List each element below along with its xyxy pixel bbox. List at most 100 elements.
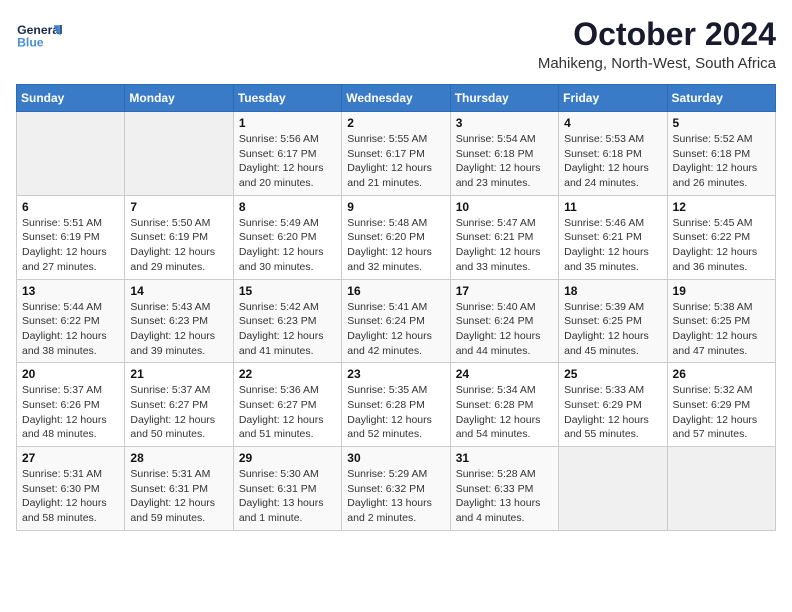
cell-day-number: 27 — [22, 451, 119, 465]
cell-day-number: 13 — [22, 284, 119, 298]
cell-sun-info: Sunrise: 5:38 AMSunset: 6:25 PMDaylight:… — [673, 300, 770, 359]
cell-sun-info: Sunrise: 5:35 AMSunset: 6:28 PMDaylight:… — [347, 383, 444, 442]
cell-sun-info: Sunrise: 5:39 AMSunset: 6:25 PMDaylight:… — [564, 300, 661, 359]
calendar-title: October 2024 — [538, 16, 776, 53]
cell-day-number: 8 — [239, 200, 336, 214]
cell-sun-info: Sunrise: 5:56 AMSunset: 6:17 PMDaylight:… — [239, 132, 336, 191]
cell-day-number: 26 — [673, 367, 770, 381]
cell-sun-info: Sunrise: 5:47 AMSunset: 6:21 PMDaylight:… — [456, 216, 553, 275]
calendar-cell: 21 Sunrise: 5:37 AMSunset: 6:27 PMDayligh… — [125, 363, 233, 447]
calendar-cell: 17 Sunrise: 5:40 AMSunset: 6:24 PMDayligh… — [450, 279, 558, 363]
cell-sun-info: Sunrise: 5:37 AMSunset: 6:26 PMDaylight:… — [22, 383, 119, 442]
cell-sun-info: Sunrise: 5:52 AMSunset: 6:18 PMDaylight:… — [673, 132, 770, 191]
calendar-week-4: 20 Sunrise: 5:37 AMSunset: 6:26 PMDayligh… — [17, 363, 776, 447]
calendar-cell: 1 Sunrise: 5:56 AMSunset: 6:17 PMDaylight… — [233, 112, 341, 196]
cell-day-number: 29 — [239, 451, 336, 465]
cell-sun-info: Sunrise: 5:45 AMSunset: 6:22 PMDaylight:… — [673, 216, 770, 275]
cell-day-number: 9 — [347, 200, 444, 214]
cell-day-number: 16 — [347, 284, 444, 298]
cell-sun-info: Sunrise: 5:41 AMSunset: 6:24 PMDaylight:… — [347, 300, 444, 359]
cell-sun-info: Sunrise: 5:55 AMSunset: 6:17 PMDaylight:… — [347, 132, 444, 191]
cell-day-number: 28 — [130, 451, 227, 465]
cell-sun-info: Sunrise: 5:50 AMSunset: 6:19 PMDaylight:… — [130, 216, 227, 275]
calendar-cell: 25 Sunrise: 5:33 AMSunset: 6:29 PMDayligh… — [559, 363, 667, 447]
cell-sun-info: Sunrise: 5:30 AMSunset: 6:31 PMDaylight:… — [239, 467, 336, 526]
calendar-week-2: 6Sunrise: 5:51 AMSunset: 6:19 PMDaylight… — [17, 195, 776, 279]
cell-day-number: 22 — [239, 367, 336, 381]
calendar-cell: 31 Sunrise: 5:28 AMSunset: 6:33 PMDayligh… — [450, 447, 558, 531]
cell-sun-info: Sunrise: 5:33 AMSunset: 6:29 PMDaylight:… — [564, 383, 661, 442]
cell-sun-info: Sunrise: 5:53 AMSunset: 6:18 PMDaylight:… — [564, 132, 661, 191]
cell-sun-info: Sunrise: 5:43 AMSunset: 6:23 PMDaylight:… — [130, 300, 227, 359]
cell-day-number: 19 — [673, 284, 770, 298]
calendar-week-1: 1 Sunrise: 5:56 AMSunset: 6:17 PMDaylight… — [17, 112, 776, 196]
cell-day-number: 6 — [22, 200, 119, 214]
calendar-cell: 27 Sunrise: 5:31 AMSunset: 6:30 PMDayligh… — [17, 447, 125, 531]
cell-day-number: 20 — [22, 367, 119, 381]
cell-sun-info: Sunrise: 5:31 AMSunset: 6:30 PMDaylight:… — [22, 467, 119, 526]
day-header-friday: Friday — [559, 85, 667, 112]
svg-text:Blue: Blue — [17, 35, 44, 49]
calendar-cell: 4Sunrise: 5:53 AMSunset: 6:18 PMDaylight… — [559, 112, 667, 196]
cell-day-number: 31 — [456, 451, 553, 465]
cell-sun-info: Sunrise: 5:31 AMSunset: 6:31 PMDaylight:… — [130, 467, 227, 526]
cell-day-number: 23 — [347, 367, 444, 381]
cell-sun-info: Sunrise: 5:49 AMSunset: 6:20 PMDaylight:… — [239, 216, 336, 275]
cell-day-number: 10 — [456, 200, 553, 214]
cell-sun-info: Sunrise: 5:36 AMSunset: 6:27 PMDaylight:… — [239, 383, 336, 442]
calendar-cell: 8 Sunrise: 5:49 AMSunset: 6:20 PMDaylight… — [233, 195, 341, 279]
cell-sun-info: Sunrise: 5:34 AMSunset: 6:28 PMDaylight:… — [456, 383, 553, 442]
cell-day-number: 7 — [130, 200, 227, 214]
calendar-cell: 28 Sunrise: 5:31 AMSunset: 6:31 PMDayligh… — [125, 447, 233, 531]
logo: General Blue — [16, 16, 66, 56]
calendar-cell: 30Sunrise: 5:29 AMSunset: 6:32 PMDayligh… — [342, 447, 450, 531]
cell-day-number: 5 — [673, 116, 770, 130]
calendar-table: SundayMondayTuesdayWednesdayThursdayFrid… — [16, 84, 776, 531]
calendar-cell: 13 Sunrise: 5:44 AMSunset: 6:22 PMDayligh… — [17, 279, 125, 363]
calendar-title-area: October 2024 Mahikeng, North-West, South… — [538, 16, 776, 72]
cell-day-number: 24 — [456, 367, 553, 381]
calendar-cell: 20 Sunrise: 5:37 AMSunset: 6:26 PMDayligh… — [17, 363, 125, 447]
cell-sun-info: Sunrise: 5:44 AMSunset: 6:22 PMDaylight:… — [22, 300, 119, 359]
calendar-cell: 5 Sunrise: 5:52 AMSunset: 6:18 PMDaylight… — [667, 112, 775, 196]
cell-sun-info: Sunrise: 5:48 AMSunset: 6:20 PMDaylight:… — [347, 216, 444, 275]
calendar-cell: 14 Sunrise: 5:43 AMSunset: 6:23 PMDayligh… — [125, 279, 233, 363]
day-header-thursday: Thursday — [450, 85, 558, 112]
cell-day-number: 25 — [564, 367, 661, 381]
calendar-cell — [667, 447, 775, 531]
cell-day-number: 1 — [239, 116, 336, 130]
calendar-cell: 12 Sunrise: 5:45 AMSunset: 6:22 PMDayligh… — [667, 195, 775, 279]
calendar-cell: 26Sunrise: 5:32 AMSunset: 6:29 PMDayligh… — [667, 363, 775, 447]
calendar-week-3: 13 Sunrise: 5:44 AMSunset: 6:22 PMDayligh… — [17, 279, 776, 363]
cell-day-number: 18 — [564, 284, 661, 298]
cell-day-number: 2 — [347, 116, 444, 130]
day-header-monday: Monday — [125, 85, 233, 112]
day-header-wednesday: Wednesday — [342, 85, 450, 112]
calendar-cell — [125, 112, 233, 196]
cell-day-number: 14 — [130, 284, 227, 298]
cell-day-number: 11 — [564, 200, 661, 214]
calendar-cell: 10 Sunrise: 5:47 AMSunset: 6:21 PMDayligh… — [450, 195, 558, 279]
calendar-cell: 7 Sunrise: 5:50 AMSunset: 6:19 PMDaylight… — [125, 195, 233, 279]
calendar-cell: 22 Sunrise: 5:36 AMSunset: 6:27 PMDayligh… — [233, 363, 341, 447]
calendar-cell: 19 Sunrise: 5:38 AMSunset: 6:25 PMDayligh… — [667, 279, 775, 363]
day-header-saturday: Saturday — [667, 85, 775, 112]
cell-day-number: 17 — [456, 284, 553, 298]
cell-day-number: 21 — [130, 367, 227, 381]
cell-sun-info: Sunrise: 5:29 AMSunset: 6:32 PMDaylight:… — [347, 467, 444, 526]
calendar-cell: 24 Sunrise: 5:34 AMSunset: 6:28 PMDayligh… — [450, 363, 558, 447]
cell-sun-info: Sunrise: 5:37 AMSunset: 6:27 PMDaylight:… — [130, 383, 227, 442]
page-header: General Blue October 2024 Mahikeng, Nort… — [16, 16, 776, 72]
cell-sun-info: Sunrise: 5:54 AMSunset: 6:18 PMDaylight:… — [456, 132, 553, 191]
day-header-sunday: Sunday — [17, 85, 125, 112]
cell-day-number: 12 — [673, 200, 770, 214]
calendar-cell: 29 Sunrise: 5:30 AMSunset: 6:31 PMDayligh… — [233, 447, 341, 531]
calendar-cell: 18 Sunrise: 5:39 AMSunset: 6:25 PMDayligh… — [559, 279, 667, 363]
cell-sun-info: Sunrise: 5:28 AMSunset: 6:33 PMDaylight:… — [456, 467, 553, 526]
calendar-cell: 11Sunrise: 5:46 AMSunset: 6:21 PMDayligh… — [559, 195, 667, 279]
cell-day-number: 15 — [239, 284, 336, 298]
calendar-cell: 9 Sunrise: 5:48 AMSunset: 6:20 PMDaylight… — [342, 195, 450, 279]
cell-sun-info: Sunrise: 5:40 AMSunset: 6:24 PMDaylight:… — [456, 300, 553, 359]
cell-day-number: 3 — [456, 116, 553, 130]
calendar-cell — [17, 112, 125, 196]
